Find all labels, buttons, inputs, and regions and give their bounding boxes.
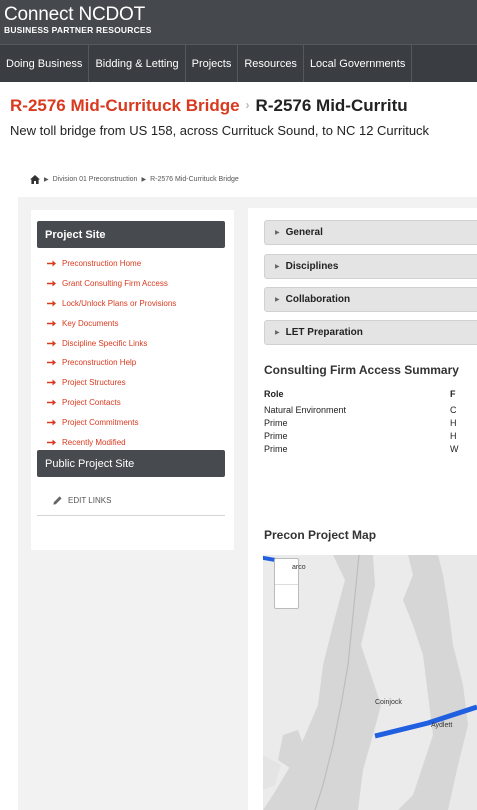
table-row: Prime W — [264, 444, 477, 457]
cell-firm: H — [450, 418, 457, 428]
summary-title: Consulting Firm Access Summary — [264, 363, 459, 377]
table-row: Prime H — [264, 431, 477, 444]
arrow-right-icon — [47, 439, 56, 446]
sidebar-item-label: Project Commitments — [62, 417, 139, 427]
sidebar-item-label: Grant Consulting Firm Access — [62, 279, 168, 289]
sidebar-heading-project-site[interactable]: Project Site — [37, 221, 225, 248]
breadcrumb-arrow-icon: ▶ — [44, 177, 49, 183]
triangle-right-icon: ▶ — [275, 264, 280, 270]
breadcrumb: ▶ Division 01 Preconstruction ▶ R-2576 M… — [30, 175, 239, 184]
nav-bidding-letting[interactable]: Bidding & Letting — [89, 45, 186, 82]
top-nav: Doing Business Bidding & Letting Project… — [0, 44, 477, 82]
triangle-right-icon: ▶ — [275, 330, 280, 336]
arrow-right-icon — [47, 419, 56, 426]
brand-logo[interactable]: Connect NCDOT — [4, 4, 145, 26]
sidebar-item-recently-modified[interactable]: Recently Modified — [47, 432, 176, 452]
breadcrumb-arrow-icon: ▶ — [141, 177, 147, 183]
cell-firm: W — [450, 444, 459, 454]
site-header: Connect NCDOT BUSINESS PARTNER RESOURCES — [0, 0, 477, 44]
map-title: Precon Project Map — [264, 528, 377, 542]
triangle-right-icon: ▶ — [275, 297, 280, 303]
sidebar-item-project-contacts[interactable]: Project Contacts — [47, 393, 176, 413]
sidebar-item-label: Preconstruction Help — [62, 358, 137, 368]
nav-projects[interactable]: Projects — [186, 45, 239, 82]
table-row: Natural Environment C — [264, 405, 477, 418]
arrow-right-icon — [47, 340, 56, 347]
table-row: Prime H — [264, 418, 477, 431]
sidebar-item-project-commitments[interactable]: Project Commitments — [47, 412, 176, 432]
pencil-icon — [53, 496, 62, 505]
sidebar-item-grant-access[interactable]: Grant Consulting Firm Access — [47, 274, 176, 294]
cell-role: Natural Environment — [264, 405, 347, 415]
home-icon[interactable] — [30, 175, 40, 184]
nav-doing-business[interactable]: Doing Business — [0, 45, 90, 82]
nav-local-governments[interactable]: Local Governments — [304, 45, 413, 82]
arrow-right-icon — [47, 320, 56, 327]
map-label-coinjock: Coinjock — [375, 699, 402, 706]
sidebar-heading-public-site[interactable]: Public Project Site — [37, 450, 225, 477]
accordion-disciplines[interactable]: ▶ Disciplines — [264, 254, 477, 279]
accordion-collaboration[interactable]: ▶ Collaboration — [264, 287, 477, 312]
map-label-aydlett: Aydlett — [431, 722, 453, 729]
nav-resources[interactable]: Resources — [238, 45, 304, 82]
arrow-right-icon — [47, 260, 56, 267]
accordion-label: General — [285, 227, 323, 238]
cell-role: Prime — [264, 418, 288, 428]
sidebar-item-label: Lock/Unlock Plans or Provisions — [62, 298, 177, 308]
cell-role: Prime — [264, 431, 288, 441]
brand-subtitle: BUSINESS PARTNER RESOURCES — [4, 25, 152, 35]
summary-table: Role F Natural Environment C Prime H Pri… — [264, 389, 477, 457]
sidebar-item-label: Discipline Specific Links — [62, 338, 148, 348]
cell-firm: H — [450, 431, 457, 441]
arrow-right-icon — [47, 359, 56, 366]
cell-role: Prime — [264, 444, 288, 454]
column-header-role: Role — [264, 389, 284, 399]
title-primary[interactable]: R-2576 Mid-Currituck Bridge — [10, 96, 240, 115]
sidebar-item-preconstruction-help[interactable]: Preconstruction Help — [47, 353, 176, 373]
edit-links-label: EDIT LINKS — [68, 496, 112, 505]
arrow-right-icon — [47, 300, 56, 307]
accordion-label: Disciplines — [285, 261, 339, 272]
breadcrumb-current: R-2576 Mid-Currituck Bridge — [150, 176, 239, 183]
sidebar-divider — [37, 515, 225, 516]
page-description: New toll bridge from US 158, across Curr… — [10, 123, 430, 138]
edit-links-button[interactable]: EDIT LINKS — [53, 496, 111, 505]
page-title: R-2576 Mid-Currituck Bridge › R-2576 Mid-C… — [10, 96, 477, 116]
sidebar-item-label: Preconstruction Home — [62, 259, 142, 269]
sidebar-item-preconstruction-home[interactable]: Preconstruction Home — [47, 254, 176, 274]
sidebar-item-label: Recently Modified — [62, 437, 126, 447]
sidebar-item-discipline-links[interactable]: Discipline Specific Links — [47, 333, 176, 353]
cell-firm: C — [450, 405, 457, 415]
project-map[interactable]: arco Coinjock Aydlett — [263, 555, 477, 810]
table-header-row: Role F — [264, 389, 477, 405]
sidebar-item-project-structures[interactable]: Project Structures — [47, 373, 176, 393]
sidebar-item-lock-unlock[interactable]: Lock/Unlock Plans or Provisions — [47, 294, 176, 314]
title-secondary: R-2576 Mid-Curritu — [255, 96, 408, 115]
breadcrumb-division[interactable]: Division 01 Preconstruction — [53, 176, 138, 183]
accordion-let-preparation[interactable]: ▶ LET Preparation — [264, 320, 477, 345]
sidebar-links: Preconstruction Home Grant Consulting Fi… — [47, 254, 176, 452]
sidebar-item-label: Project Contacts — [62, 397, 121, 407]
triangle-right-icon: ▶ — [275, 230, 280, 236]
sidebar: Project Site Preconstruction Home Grant … — [31, 210, 234, 550]
title-separator: › — [245, 98, 250, 112]
map-label-top: arco — [292, 564, 306, 571]
arrow-right-icon — [47, 399, 56, 406]
sidebar-item-key-documents[interactable]: Key Documents — [47, 313, 176, 333]
accordion-label: Collaboration — [285, 294, 351, 305]
column-header-firm: F — [450, 389, 456, 399]
accordion-label: LET Preparation — [285, 327, 363, 338]
sidebar-item-label: Project Structures — [62, 378, 126, 388]
arrow-right-icon — [47, 379, 56, 386]
sidebar-item-label: Key Documents — [62, 318, 119, 328]
accordion-general[interactable]: ▶ General — [264, 220, 477, 245]
arrow-right-icon — [47, 280, 56, 287]
